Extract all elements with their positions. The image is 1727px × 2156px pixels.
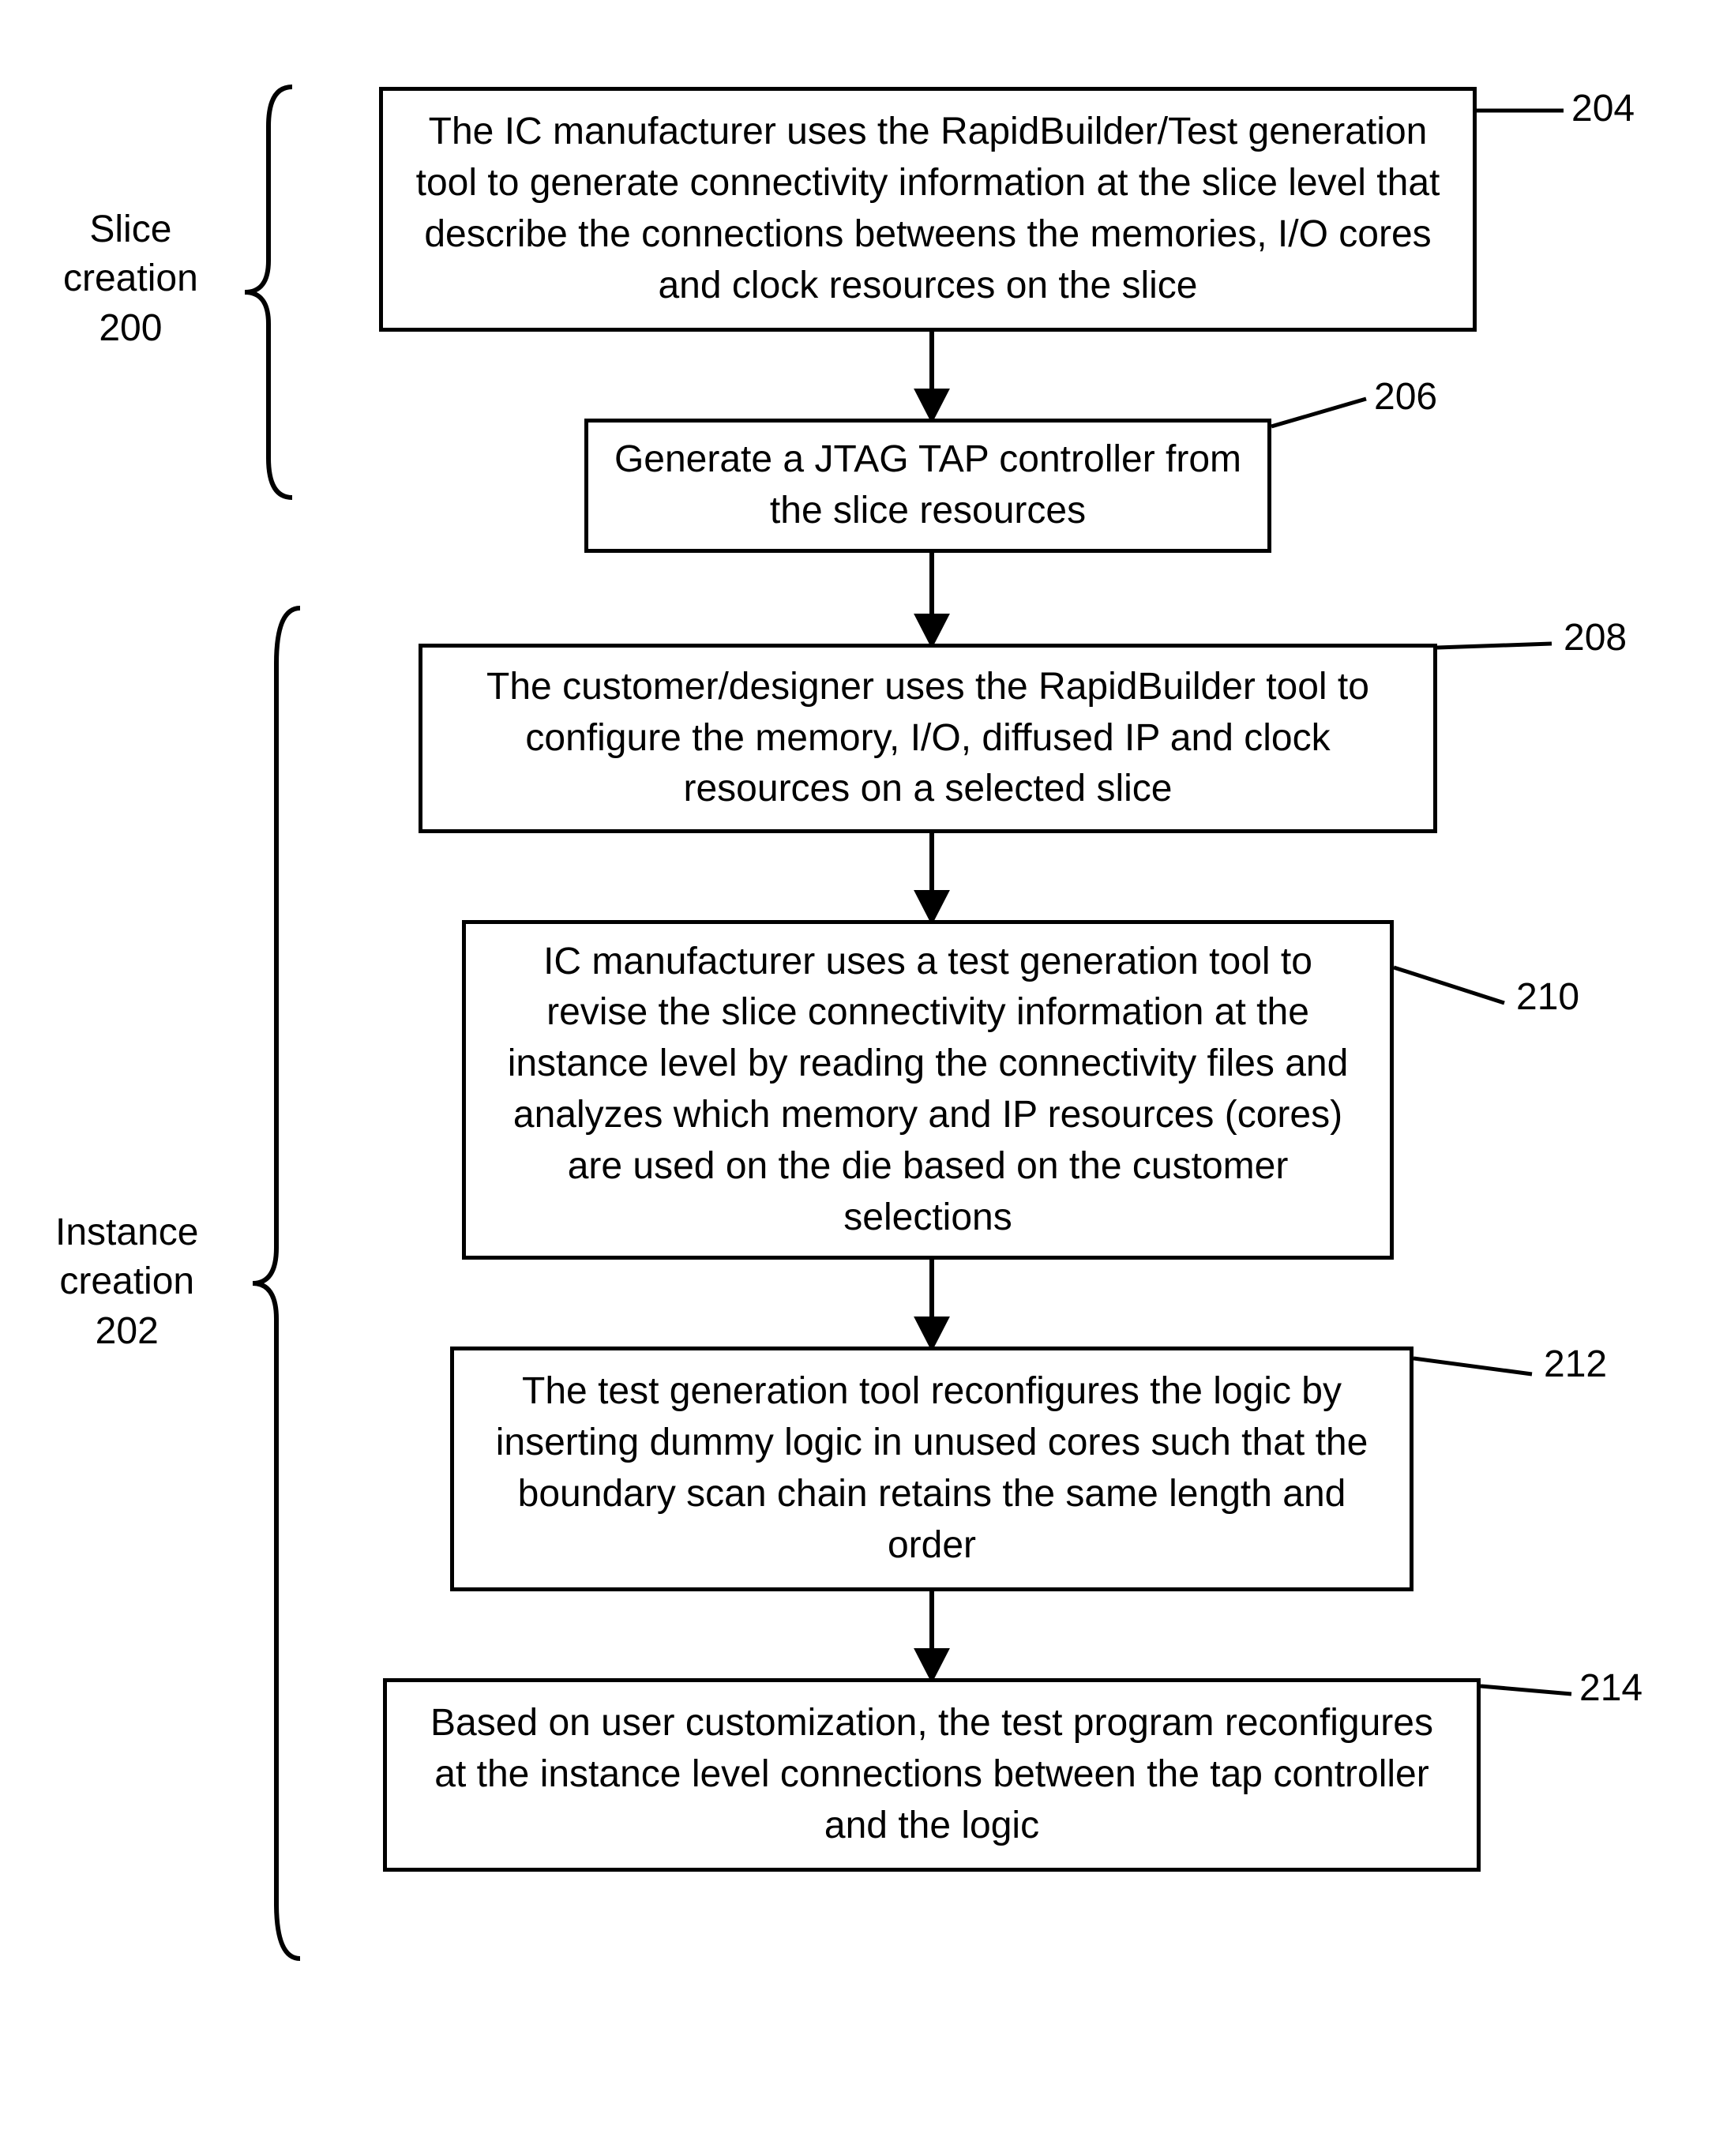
arrow-204-206 — [900, 332, 963, 423]
box-214: Based on user customization, the test pr… — [383, 1678, 1481, 1872]
ref-208: 208 — [1564, 616, 1627, 659]
ref-204: 204 — [1571, 87, 1635, 130]
box-212: The test generation tool reconfigures th… — [450, 1347, 1414, 1591]
box-208: The customer/designer uses the RapidBuil… — [419, 644, 1437, 833]
arrow-206-208 — [900, 553, 963, 648]
box-206: Generate a JTAG TAP controller from the … — [584, 419, 1271, 553]
instance-creation-text: Instance creation 202 — [55, 1208, 198, 1356]
box-210: IC manufacturer uses a test generation t… — [462, 920, 1394, 1260]
ref-212: 212 — [1544, 1343, 1607, 1386]
box-204: The IC manufacturer uses the RapidBuilde… — [379, 87, 1477, 332]
instance-creation-brace — [237, 600, 316, 1966]
ref-210: 210 — [1516, 975, 1579, 1019]
slice-creation-brace — [229, 79, 308, 505]
leader-208 — [1437, 636, 1560, 659]
arrow-210-212 — [900, 1260, 963, 1350]
box-210-text: IC manufacturer uses a test generation t… — [490, 937, 1366, 1244]
box-212-text: The test generation tool reconfigures th… — [478, 1366, 1386, 1571]
arrow-212-214 — [900, 1591, 963, 1682]
box-208-text: The customer/designer uses the RapidBuil… — [446, 662, 1410, 815]
slice-creation-text: Slice creation 200 — [63, 205, 198, 353]
box-204-text: The IC manufacturer uses the RapidBuilde… — [407, 107, 1449, 311]
leader-204 — [1477, 99, 1571, 122]
ref-214: 214 — [1579, 1666, 1643, 1710]
ref-206: 206 — [1374, 375, 1437, 419]
leader-210 — [1394, 963, 1512, 1011]
box-206-text: Generate a JTAG TAP controller from the … — [612, 434, 1244, 537]
arrow-208-210 — [900, 833, 963, 924]
leader-214 — [1481, 1682, 1579, 1706]
box-214-text: Based on user customization, the test pr… — [411, 1698, 1453, 1851]
leader-212 — [1414, 1354, 1540, 1386]
instance-creation-label: Instance creation 202 — [55, 1208, 198, 1356]
leader-206 — [1271, 395, 1374, 434]
slice-creation-label: Slice creation 200 — [63, 205, 198, 353]
flowchart-container: Slice creation 200 Instance creation 202… — [32, 47, 1695, 2109]
